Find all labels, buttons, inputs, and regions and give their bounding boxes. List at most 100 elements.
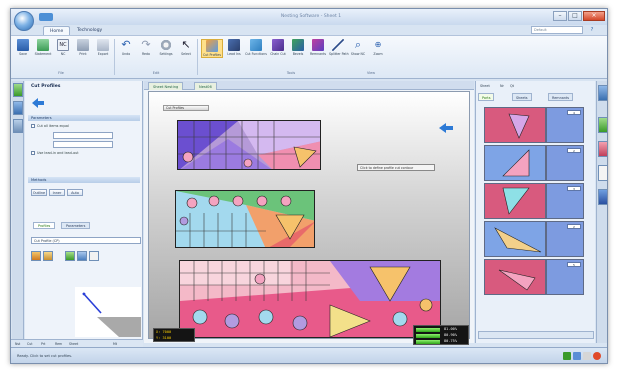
part-row[interactable]: 3 bbox=[484, 183, 584, 219]
tab-sheets[interactable]: Sheets bbox=[512, 93, 532, 101]
part-row[interactable]: 2 bbox=[484, 221, 584, 257]
part-info: 5 bbox=[546, 259, 584, 295]
rp-tool-sheet[interactable]: Sheet bbox=[480, 83, 490, 90]
cut-profiles-button[interactable]: Cut Profiles bbox=[201, 39, 223, 58]
blue-arrow-icon[interactable] bbox=[439, 123, 453, 133]
nested-sheet-2[interactable] bbox=[175, 190, 315, 248]
print-icon bbox=[77, 39, 89, 51]
sheets-panel-icon[interactable] bbox=[13, 119, 23, 133]
tool-profile-icon[interactable] bbox=[43, 251, 53, 261]
lead-ins-button[interactable]: Lead Ins bbox=[225, 39, 243, 56]
cut-all-equal-row[interactable]: Cut all items equal bbox=[31, 124, 69, 128]
tab-parts[interactable]: Parts bbox=[478, 93, 495, 101]
parameter-field[interactable] bbox=[53, 141, 113, 148]
tab-parameters[interactable]: Parameters bbox=[61, 222, 91, 229]
auto-button[interactable]: Auto bbox=[67, 189, 83, 196]
part-info: 4 bbox=[546, 107, 584, 143]
dock-panel-icon[interactable] bbox=[598, 189, 607, 205]
zoom-button[interactable]: ⊕ Zoom bbox=[369, 39, 387, 56]
part-row[interactable]: 5 bbox=[484, 259, 584, 295]
back-arrow-icon[interactable] bbox=[32, 98, 44, 108]
quick-access-toolbar[interactable] bbox=[39, 13, 53, 21]
tool-profile-icon[interactable] bbox=[65, 251, 75, 261]
splitter-path-button[interactable]: Splitter Path bbox=[329, 39, 349, 56]
undo-button[interactable]: ↶ Undo bbox=[117, 39, 135, 57]
statement-button[interactable]: Statement bbox=[34, 39, 52, 56]
inner-button[interactable]: Inner bbox=[49, 189, 65, 196]
checkbox[interactable] bbox=[31, 151, 35, 155]
yield-value-3: 80.75% bbox=[444, 339, 457, 343]
show-nc-button[interactable]: ⌕ Show NC bbox=[349, 39, 367, 57]
part-row[interactable]: 2 bbox=[484, 145, 584, 181]
dock-panel-icon[interactable] bbox=[598, 165, 607, 181]
remnants-icon bbox=[312, 39, 324, 51]
lead-in-label: Use lead-in and lead-out bbox=[37, 151, 79, 155]
tool-profile-icon[interactable] bbox=[31, 251, 41, 261]
profile-dropdown[interactable]: Default bbox=[531, 26, 583, 34]
close-button[interactable]: × bbox=[583, 11, 605, 21]
tool-profile-icon[interactable] bbox=[77, 251, 87, 261]
select-icon: ↖ bbox=[181, 38, 191, 51]
tab-technology[interactable]: Technology bbox=[71, 26, 108, 35]
part-shape bbox=[502, 187, 530, 215]
nesting-canvas[interactable]: Cut Profiles Click to define profile cut… bbox=[148, 91, 470, 345]
chain-cut-icon bbox=[272, 39, 284, 51]
part-shape bbox=[502, 149, 530, 177]
redo-button[interactable]: ↷ Redo bbox=[137, 39, 155, 57]
doc-tab-nest06[interactable]: Nest06 bbox=[194, 82, 217, 90]
status-ok-icon[interactable] bbox=[563, 352, 571, 360]
export-button[interactable]: Export bbox=[94, 39, 112, 56]
part-row[interactable]: 4 bbox=[484, 107, 584, 143]
tool-profile-icon[interactable] bbox=[89, 251, 99, 261]
print-button[interactable]: Print bbox=[74, 39, 92, 56]
maximize-button[interactable]: □ bbox=[568, 11, 582, 21]
rp-tool-nr[interactable]: Nr bbox=[500, 83, 504, 90]
coordinate-readout: X: 7000 Y: 3100 bbox=[153, 328, 195, 342]
panel-title: Cut Profiles bbox=[31, 84, 61, 89]
parts-panel-icon[interactable] bbox=[13, 101, 23, 115]
outline-button[interactable]: Outline bbox=[31, 189, 47, 196]
nc-button[interactable]: NC NC bbox=[54, 39, 72, 56]
application-menu-button[interactable] bbox=[14, 11, 34, 31]
parameter-field[interactable] bbox=[53, 132, 113, 139]
help-button[interactable]: ? bbox=[587, 26, 597, 34]
parts-panel-scrollbar[interactable] bbox=[478, 331, 594, 339]
part-quantity[interactable]: 4 bbox=[567, 110, 581, 115]
dock-panel-icon[interactable] bbox=[598, 141, 607, 157]
part-quantity[interactable]: 3 bbox=[567, 186, 581, 191]
part-quantity[interactable]: 5 bbox=[567, 262, 581, 267]
parameters-section-header[interactable]: Parameters bbox=[28, 115, 140, 121]
cut-functions-button[interactable]: Cut Functions bbox=[245, 39, 267, 56]
chain-cut-button[interactable]: Chain Cut bbox=[269, 39, 287, 56]
dock-panel-icon[interactable] bbox=[598, 117, 607, 133]
nest-panel-icon[interactable] bbox=[13, 83, 23, 97]
splitter-path-icon bbox=[332, 39, 344, 51]
cut-profile-select[interactable]: Cut Profile (CP) bbox=[31, 237, 141, 244]
part-quantity[interactable]: 2 bbox=[567, 224, 581, 229]
status-sync-icon[interactable] bbox=[573, 352, 581, 360]
settings-button[interactable]: Settings bbox=[157, 39, 175, 56]
part-info: 2 bbox=[546, 145, 584, 181]
status-tray bbox=[563, 352, 601, 360]
tab-profiles[interactable]: Profiles bbox=[33, 222, 56, 229]
tab-remnants[interactable]: Remnants bbox=[548, 93, 574, 101]
cut-profiles-chip[interactable]: Cut Profiles bbox=[163, 105, 209, 111]
save-button[interactable]: Save bbox=[14, 39, 32, 56]
nested-sheet-1[interactable] bbox=[177, 120, 321, 170]
group-label-tools: Tools bbox=[286, 71, 296, 75]
nested-sheet-3[interactable] bbox=[179, 260, 441, 338]
doc-tab-sheet-nesting[interactable]: Sheet Nesting bbox=[148, 82, 184, 90]
methods-section-header[interactable]: Methods bbox=[28, 177, 140, 183]
lead-in-row[interactable]: Use lead-in and lead-out bbox=[31, 151, 79, 155]
part-quantity[interactable]: 2 bbox=[567, 148, 581, 153]
bevels-button[interactable]: Bevels bbox=[289, 39, 307, 56]
minimize-button[interactable]: – bbox=[553, 11, 567, 21]
dock-panel-icon[interactable] bbox=[598, 85, 607, 101]
tab-home[interactable]: Home bbox=[43, 26, 71, 35]
checkbox[interactable] bbox=[31, 124, 35, 128]
status-alert-icon[interactable] bbox=[593, 352, 601, 360]
select-button[interactable]: ↖ Select bbox=[177, 38, 195, 57]
remnants-button[interactable]: Remnants bbox=[309, 39, 327, 56]
status-zoom-icon[interactable] bbox=[583, 352, 591, 360]
rp-tool-qt[interactable]: Qt bbox=[510, 83, 514, 90]
